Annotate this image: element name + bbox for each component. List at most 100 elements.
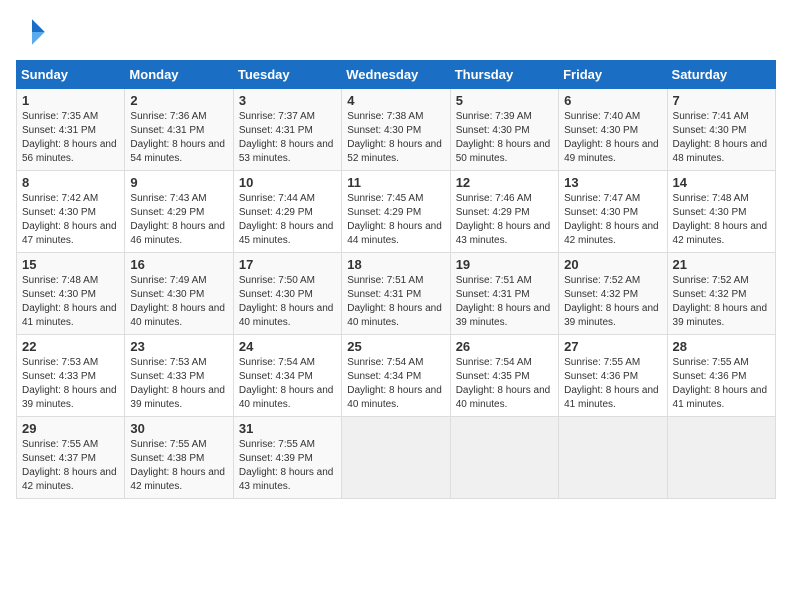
calendar-cell: 3 Sunrise: 7:37 AMSunset: 4:31 PMDaylight… xyxy=(233,89,341,171)
calendar-week-2: 8 Sunrise: 7:42 AMSunset: 4:30 PMDaylight… xyxy=(17,171,776,253)
calendar-cell xyxy=(342,417,450,499)
day-info: Sunrise: 7:55 AMSunset: 4:39 PMDaylight:… xyxy=(239,438,336,494)
day-info: Sunrise: 7:40 AMSunset: 4:30 PMDaylight:… xyxy=(564,110,661,166)
calendar-week-1: 1Sunrise: 7:35 AMSunset: 4:31 PMDaylight… xyxy=(17,89,776,171)
day-info: Sunrise: 7:49 AMSunset: 4:30 PMDaylight:… xyxy=(130,274,227,330)
day-number: 1 xyxy=(22,93,119,108)
day-number: 24 xyxy=(239,339,336,354)
calendar-cell: 23 Sunrise: 7:53 AMSunset: 4:33 PMDayligh… xyxy=(125,335,233,417)
calendar-cell: 4 Sunrise: 7:38 AMSunset: 4:30 PMDaylight… xyxy=(342,89,450,171)
calendar-cell: 8 Sunrise: 7:42 AMSunset: 4:30 PMDaylight… xyxy=(17,171,125,253)
weekday-header-thursday: Thursday xyxy=(450,61,558,89)
calendar-cell: 9 Sunrise: 7:43 AMSunset: 4:29 PMDaylight… xyxy=(125,171,233,253)
day-info: Sunrise: 7:36 AMSunset: 4:31 PMDaylight:… xyxy=(130,110,227,166)
day-number: 6 xyxy=(564,93,661,108)
day-number: 10 xyxy=(239,175,336,190)
day-info: Sunrise: 7:55 AMSunset: 4:36 PMDaylight:… xyxy=(564,356,661,412)
day-info: Sunrise: 7:38 AMSunset: 4:30 PMDaylight:… xyxy=(347,110,444,166)
calendar-cell: 6 Sunrise: 7:40 AMSunset: 4:30 PMDaylight… xyxy=(559,89,667,171)
day-info: Sunrise: 7:54 AMSunset: 4:34 PMDaylight:… xyxy=(239,356,336,412)
day-number: 2 xyxy=(130,93,227,108)
day-number: 20 xyxy=(564,257,661,272)
day-number: 8 xyxy=(22,175,119,190)
day-number: 19 xyxy=(456,257,553,272)
calendar-cell: 7 Sunrise: 7:41 AMSunset: 4:30 PMDaylight… xyxy=(667,89,775,171)
day-number: 23 xyxy=(130,339,227,354)
calendar-cell: 5 Sunrise: 7:39 AMSunset: 4:30 PMDaylight… xyxy=(450,89,558,171)
weekday-header-friday: Friday xyxy=(559,61,667,89)
day-info: Sunrise: 7:37 AMSunset: 4:31 PMDaylight:… xyxy=(239,110,336,166)
day-number: 12 xyxy=(456,175,553,190)
calendar-cell: 22 Sunrise: 7:53 AMSunset: 4:33 PMDayligh… xyxy=(17,335,125,417)
calendar-cell xyxy=(559,417,667,499)
weekday-header-tuesday: Tuesday xyxy=(233,61,341,89)
calendar-cell: 18 Sunrise: 7:51 AMSunset: 4:31 PMDayligh… xyxy=(342,253,450,335)
day-info: Sunrise: 7:42 AMSunset: 4:30 PMDaylight:… xyxy=(22,192,119,248)
calendar-cell: 20 Sunrise: 7:52 AMSunset: 4:32 PMDayligh… xyxy=(559,253,667,335)
day-number: 16 xyxy=(130,257,227,272)
day-number: 9 xyxy=(130,175,227,190)
day-info: Sunrise: 7:41 AMSunset: 4:30 PMDaylight:… xyxy=(673,110,770,166)
calendar-cell: 19 Sunrise: 7:51 AMSunset: 4:31 PMDayligh… xyxy=(450,253,558,335)
calendar-cell xyxy=(450,417,558,499)
calendar-cell: 17Sunrise: 7:50 AMSunset: 4:30 PMDayligh… xyxy=(233,253,341,335)
day-info: Sunrise: 7:51 AMSunset: 4:31 PMDaylight:… xyxy=(456,274,553,330)
calendar-cell: 31 Sunrise: 7:55 AMSunset: 4:39 PMDayligh… xyxy=(233,417,341,499)
calendar-cell: 24 Sunrise: 7:54 AMSunset: 4:34 PMDayligh… xyxy=(233,335,341,417)
day-number: 25 xyxy=(347,339,444,354)
day-number: 31 xyxy=(239,421,336,436)
weekday-header-sunday: Sunday xyxy=(17,61,125,89)
calendar-cell: 11Sunrise: 7:45 AMSunset: 4:29 PMDayligh… xyxy=(342,171,450,253)
day-info: Sunrise: 7:43 AMSunset: 4:29 PMDaylight:… xyxy=(130,192,227,248)
day-info: Sunrise: 7:55 AMSunset: 4:36 PMDaylight:… xyxy=(673,356,770,412)
day-number: 18 xyxy=(347,257,444,272)
day-info: Sunrise: 7:44 AMSunset: 4:29 PMDaylight:… xyxy=(239,192,336,248)
calendar-cell: 13Sunrise: 7:47 AMSunset: 4:30 PMDayligh… xyxy=(559,171,667,253)
day-info: Sunrise: 7:39 AMSunset: 4:30 PMDaylight:… xyxy=(456,110,553,166)
calendar-cell: 27 Sunrise: 7:55 AMSunset: 4:36 PMDayligh… xyxy=(559,335,667,417)
day-info: Sunrise: 7:55 AMSunset: 4:37 PMDaylight:… xyxy=(22,438,119,494)
calendar-table: SundayMondayTuesdayWednesdayThursdayFrid… xyxy=(16,60,776,499)
calendar-week-4: 22 Sunrise: 7:53 AMSunset: 4:33 PMDayligh… xyxy=(17,335,776,417)
day-number: 21 xyxy=(673,257,770,272)
day-number: 22 xyxy=(22,339,119,354)
day-number: 5 xyxy=(456,93,553,108)
calendar-cell: 12 Sunrise: 7:46 AMSunset: 4:29 PMDayligh… xyxy=(450,171,558,253)
day-number: 27 xyxy=(564,339,661,354)
day-info: Sunrise: 7:55 AMSunset: 4:38 PMDaylight:… xyxy=(130,438,227,494)
day-info: Sunrise: 7:52 AMSunset: 4:32 PMDaylight:… xyxy=(564,274,661,330)
calendar-cell xyxy=(667,417,775,499)
calendar-week-3: 15Sunrise: 7:48 AMSunset: 4:30 PMDayligh… xyxy=(17,253,776,335)
day-number: 29 xyxy=(22,421,119,436)
day-info: Sunrise: 7:54 AMSunset: 4:34 PMDaylight:… xyxy=(347,356,444,412)
day-info: Sunrise: 7:51 AMSunset: 4:31 PMDaylight:… xyxy=(347,274,444,330)
day-info: Sunrise: 7:50 AMSunset: 4:30 PMDaylight:… xyxy=(239,274,336,330)
calendar-cell: 29 Sunrise: 7:55 AMSunset: 4:37 PMDayligh… xyxy=(17,417,125,499)
calendar-cell: 10 Sunrise: 7:44 AMSunset: 4:29 PMDayligh… xyxy=(233,171,341,253)
day-info: Sunrise: 7:52 AMSunset: 4:32 PMDaylight:… xyxy=(673,274,770,330)
day-info: Sunrise: 7:46 AMSunset: 4:29 PMDaylight:… xyxy=(456,192,553,248)
day-number: 26 xyxy=(456,339,553,354)
day-info: Sunrise: 7:54 AMSunset: 4:35 PMDaylight:… xyxy=(456,356,553,412)
calendar-cell: 28 Sunrise: 7:55 AMSunset: 4:36 PMDayligh… xyxy=(667,335,775,417)
day-number: 3 xyxy=(239,93,336,108)
calendar-cell: 26 Sunrise: 7:54 AMSunset: 4:35 PMDayligh… xyxy=(450,335,558,417)
calendar-cell: 21 Sunrise: 7:52 AMSunset: 4:32 PMDayligh… xyxy=(667,253,775,335)
day-info: Sunrise: 7:45 AMSunset: 4:29 PMDaylight:… xyxy=(347,192,444,248)
day-info: Sunrise: 7:53 AMSunset: 4:33 PMDaylight:… xyxy=(22,356,119,412)
weekday-header-monday: Monday xyxy=(125,61,233,89)
day-number: 4 xyxy=(347,93,444,108)
calendar-cell: 30Sunrise: 7:55 AMSunset: 4:38 PMDayligh… xyxy=(125,417,233,499)
day-info: Sunrise: 7:48 AMSunset: 4:30 PMDaylight:… xyxy=(673,192,770,248)
day-info: Sunrise: 7:48 AMSunset: 4:30 PMDaylight:… xyxy=(22,274,119,330)
weekday-header-saturday: Saturday xyxy=(667,61,775,89)
day-info: Sunrise: 7:53 AMSunset: 4:33 PMDaylight:… xyxy=(130,356,227,412)
day-number: 28 xyxy=(673,339,770,354)
day-number: 7 xyxy=(673,93,770,108)
page-header xyxy=(16,16,776,48)
day-info: Sunrise: 7:47 AMSunset: 4:30 PMDaylight:… xyxy=(564,192,661,248)
calendar-cell: 14Sunrise: 7:48 AMSunset: 4:30 PMDayligh… xyxy=(667,171,775,253)
weekday-header-row: SundayMondayTuesdayWednesdayThursdayFrid… xyxy=(17,61,776,89)
calendar-cell: 25 Sunrise: 7:54 AMSunset: 4:34 PMDayligh… xyxy=(342,335,450,417)
logo-icon xyxy=(16,16,48,48)
